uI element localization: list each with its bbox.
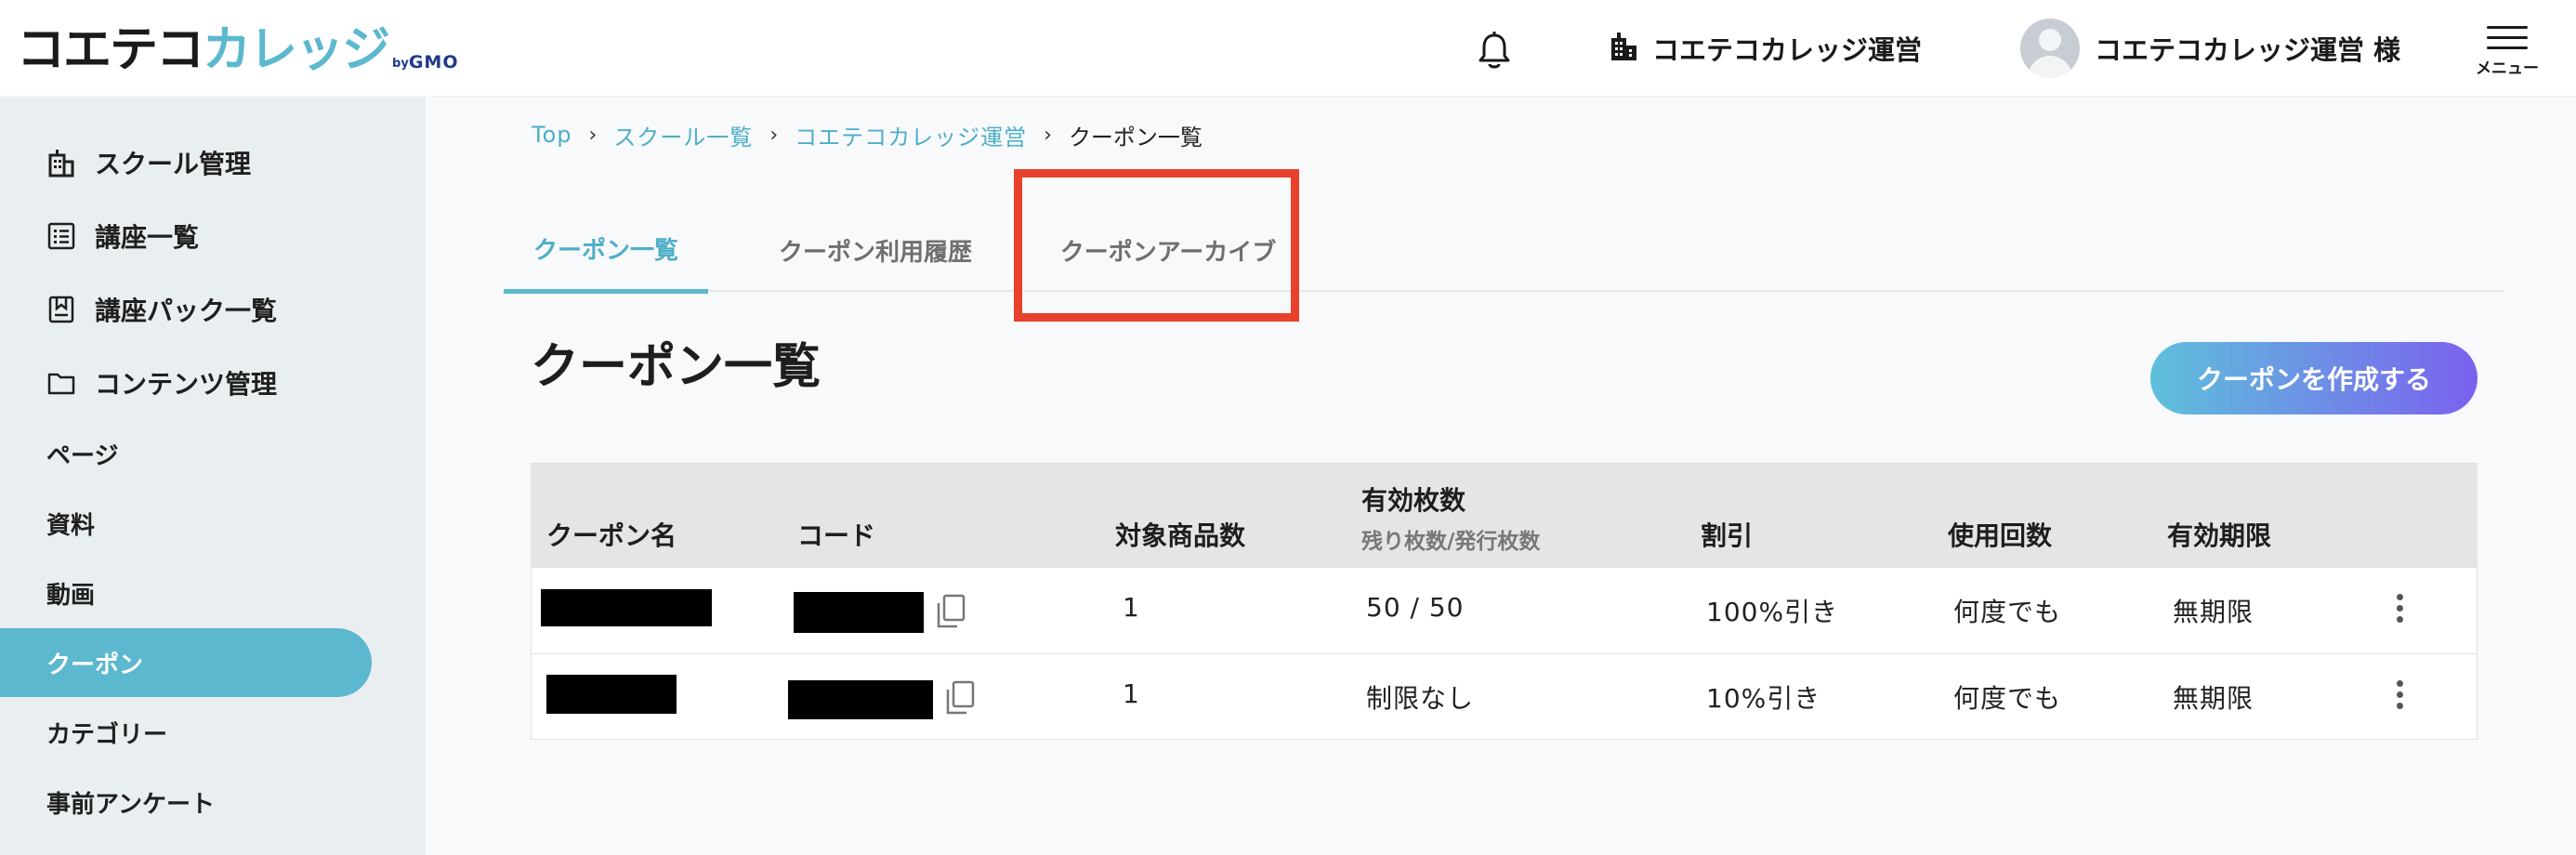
- redacted-coupon-code: [788, 680, 933, 719]
- header-school-name: コエテコカレッジ運営: [1652, 34, 1923, 66]
- logo-accent-text: カレッジ: [203, 22, 390, 78]
- redacted-coupon-name: [546, 675, 677, 714]
- building-icon: [1608, 31, 1639, 66]
- column-header-name: クーポン名: [546, 520, 677, 551]
- logo-main-text: コエテコ: [17, 22, 204, 78]
- breadcrumb: Top › スクール一覧 › コエテコカレッジ運営 › クーポン一覧: [532, 119, 1203, 151]
- cell-discount: 10%引き: [1706, 683, 1821, 714]
- sidebar-item-label: 講座パック一覧: [95, 296, 278, 326]
- sidebar-item-school-management[interactable]: スクール管理: [0, 128, 372, 197]
- breadcrumb-link-top[interactable]: Top: [532, 122, 572, 148]
- header-school-switcher[interactable]: コエテコカレッジ運営: [1608, 28, 1922, 69]
- table-row[interactable]: 1 制限なし 10%引き 何度でも 無期限: [532, 654, 2477, 741]
- column-header-discount: 割引: [1701, 520, 1754, 551]
- folder-icon: [46, 368, 76, 398]
- avatar-head: [2039, 29, 2061, 51]
- sidebar-subitem-category[interactable]: カテゴリー: [0, 698, 372, 767]
- row-actions-more-icon[interactable]: [2394, 594, 2405, 631]
- sidebar-subitem-pre-survey[interactable]: 事前アンケート: [0, 768, 372, 836]
- hamburger-icon: [2487, 26, 2528, 49]
- tab-coupon-list[interactable]: クーポン一覧: [504, 208, 708, 294]
- cell-discount: 100%引き: [1706, 597, 1839, 627]
- column-header-usage: 使用回数: [1948, 520, 2053, 551]
- tab-bar: クーポン一覧 クーポン利用履歴 クーポンアーカイブ: [504, 208, 2504, 294]
- row-actions-more-icon[interactable]: [2394, 680, 2405, 717]
- cell-usage: 何度でも: [1953, 597, 2062, 627]
- sidebar-subitem-videos[interactable]: 動画: [0, 559, 372, 627]
- highlight-annotation-box: [1014, 169, 1299, 322]
- column-subheader-valid-count: 残り枚数/発行枚数: [1361, 530, 1541, 554]
- menu-label: メニュー: [2476, 59, 2539, 78]
- building-icon: [46, 148, 76, 178]
- cell-usage: 何度でも: [1953, 683, 2062, 714]
- cell-valid-count: 50 / 50: [1366, 592, 1465, 623]
- cell-valid-count: 制限なし: [1366, 683, 1475, 714]
- breadcrumb-separator-icon: ›: [588, 123, 598, 147]
- cell-expiry: 無期限: [2173, 597, 2254, 627]
- logo-by-text: by: [392, 57, 409, 71]
- sidebar-item-label: コンテンツ管理: [95, 369, 278, 400]
- top-header: コエテコ カレッジ by GMO コエテコカレッジ運営 コエテコカレッジ運営 様…: [0, 0, 2576, 97]
- breadcrumb-link-school[interactable]: コエテコカレッジ運営: [795, 119, 1027, 151]
- app-logo[interactable]: コエテコ カレッジ by GMO: [17, 19, 458, 78]
- user-suffix-text: 様: [2373, 34, 2401, 66]
- column-header-expiry: 有効期限: [2167, 520, 2272, 551]
- list-icon: [46, 221, 76, 251]
- sidebar-subitem-documents[interactable]: 資料: [0, 489, 372, 558]
- user-avatar[interactable]: [2020, 19, 2080, 78]
- cell-products: 1: [1123, 592, 1140, 623]
- create-coupon-button[interactable]: クーポンを作成する: [2150, 342, 2477, 414]
- copy-icon[interactable]: [944, 680, 976, 716]
- bell-icon[interactable]: [1476, 30, 1513, 71]
- sidebar-item-label: スクール管理: [95, 149, 252, 179]
- redacted-coupon-name: [541, 589, 712, 626]
- page-title: クーポン一覧: [531, 339, 821, 395]
- table-header: クーポン名 コード 対象商品数 有効枚数 残り枚数/発行枚数 割引 使用回数 有…: [532, 464, 2477, 568]
- tab-coupon-usage-history[interactable]: クーポン利用履歴: [736, 208, 1015, 292]
- sidebar-item-label: 講座一覧: [95, 222, 200, 253]
- menu-button[interactable]: メニュー: [2472, 20, 2543, 86]
- avatar-body: [2028, 56, 2072, 78]
- column-header-valid-count: 有効枚数: [1361, 485, 1466, 516]
- redacted-coupon-code: [794, 592, 924, 633]
- sidebar-item-course-pack-list[interactable]: 講座パック一覧: [0, 275, 372, 344]
- logo-gmo-text: GMO: [408, 52, 459, 72]
- sidebar: スクール管理 講座一覧 講座パック一覧 コンテンツ管理 ページ 資料 動画 クー…: [0, 98, 426, 855]
- cell-products: 1: [1123, 678, 1140, 709]
- table-row[interactable]: 1 50 / 50 100%引き 何度でも 無期限: [532, 568, 2477, 654]
- column-header-products: 対象商品数: [1115, 520, 1246, 551]
- breadcrumb-link-school-list[interactable]: スクール一覧: [613, 119, 753, 151]
- breadcrumb-current: クーポン一覧: [1068, 124, 1203, 151]
- copy-icon[interactable]: [935, 594, 966, 629]
- sidebar-subitem-page[interactable]: ページ: [0, 419, 372, 488]
- sidebar-subitem-coupon[interactable]: クーポン: [0, 628, 372, 697]
- cell-expiry: 無期限: [2173, 683, 2254, 714]
- user-name-text: コエテコカレッジ運営: [2095, 34, 2365, 66]
- column-header-code: コード: [797, 520, 876, 551]
- sidebar-item-course-list[interactable]: 講座一覧: [0, 202, 372, 270]
- header-user-name[interactable]: コエテコカレッジ運営 様: [2095, 28, 2400, 69]
- sidebar-item-content-management[interactable]: コンテンツ管理: [0, 349, 372, 417]
- coupon-table: クーポン名 コード 対象商品数 有効枚数 残り枚数/発行枚数 割引 使用回数 有…: [531, 463, 2477, 740]
- breadcrumb-separator-icon: ›: [1044, 123, 1052, 147]
- bookmark-icon: [46, 295, 76, 324]
- breadcrumb-separator-icon: ›: [769, 123, 779, 147]
